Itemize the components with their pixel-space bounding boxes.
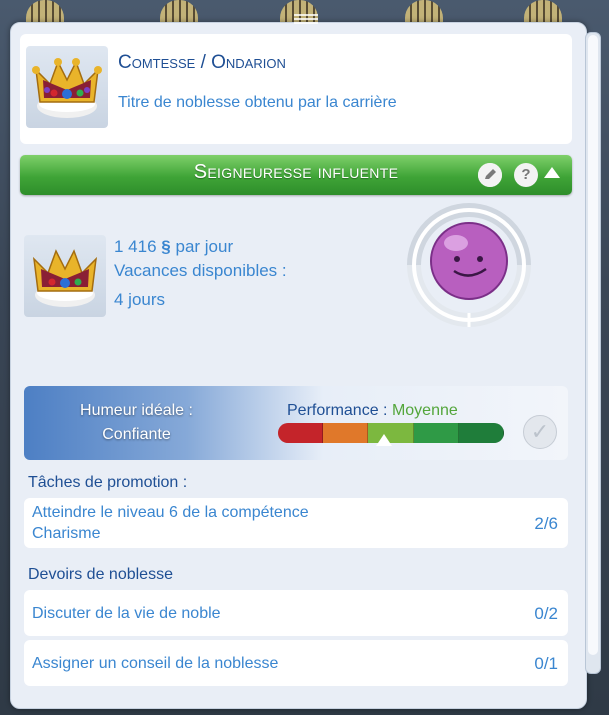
help-button[interactable]: ? bbox=[514, 163, 538, 187]
vacation-label: Vacances disponibles : bbox=[114, 261, 287, 280]
ideal-mood-value: Confiante bbox=[102, 426, 171, 443]
pencil-icon bbox=[478, 163, 502, 187]
checkmark-icon[interactable]: ✓ bbox=[523, 415, 557, 449]
performance-card: Humeur idéale : Confiante Performance : … bbox=[24, 386, 568, 460]
performance-label: Performance : bbox=[287, 402, 388, 419]
performance-segment bbox=[413, 423, 459, 443]
title-name: Comtesse / Ondarion bbox=[118, 52, 286, 73]
vacation-value: 4 jours bbox=[114, 290, 166, 309]
duty-task[interactable]: Assigner un conseil de la noblesse 0/1 bbox=[24, 640, 568, 686]
title-card: Comtesse / Ondarion Titre de noblesse ob… bbox=[20, 34, 572, 144]
promotion-heading: Tâches de promotion : bbox=[28, 474, 188, 491]
performance-segment bbox=[323, 423, 369, 443]
task-count: 0/2 bbox=[534, 604, 558, 623]
help-label: ? bbox=[521, 166, 531, 183]
career-crown-icon bbox=[24, 235, 106, 317]
task-count: 2/6 bbox=[534, 514, 558, 533]
chevron-up-icon[interactable] bbox=[544, 167, 560, 178]
daily-pay: 1 416 § par jour bbox=[114, 237, 233, 257]
performance-title: Performance : Moyenne bbox=[287, 402, 458, 420]
task-count: 0/1 bbox=[534, 654, 558, 673]
performance-segment bbox=[278, 423, 324, 443]
crown-icon bbox=[26, 46, 108, 128]
title-description: Titre de noblesse obtenu par la carrière bbox=[118, 94, 397, 111]
ideal-mood-label: Humeur idéale : bbox=[80, 402, 193, 419]
task-label: Assigner un conseil de la noblesse bbox=[32, 655, 279, 672]
task-label-line2: Charisme bbox=[32, 525, 101, 542]
performance-segment bbox=[458, 423, 504, 443]
noble-duties-heading: Devoirs de noblesse bbox=[28, 566, 173, 583]
performance-marker bbox=[376, 434, 393, 446]
career-header[interactable]: Seigneuresse influente ? bbox=[20, 155, 572, 195]
moodlet-face-icon bbox=[430, 222, 508, 300]
pay-amount: 1 416 bbox=[114, 237, 157, 256]
scrollbar-thumb[interactable] bbox=[588, 35, 598, 655]
edit-button[interactable] bbox=[478, 163, 502, 187]
pay-suffix: par jour bbox=[175, 237, 234, 256]
task-label: Discuter de la vie de noble bbox=[32, 605, 221, 622]
career-info: 1 416 § par jour Vacances disponibles : … bbox=[20, 195, 572, 385]
promotion-task[interactable]: Atteindre le niveau 6 de la compétence C… bbox=[24, 498, 568, 548]
moodlet-gauge[interactable] bbox=[396, 203, 542, 328]
simoleon-icon: § bbox=[161, 237, 171, 256]
drag-handle[interactable] bbox=[294, 12, 318, 24]
scrollbar[interactable] bbox=[585, 32, 601, 674]
task-label: Atteindre le niveau 6 de la compétence bbox=[32, 504, 309, 521]
performance-level: Moyenne bbox=[391, 402, 458, 419]
duty-task[interactable]: Discuter de la vie de noble 0/2 bbox=[24, 590, 568, 636]
